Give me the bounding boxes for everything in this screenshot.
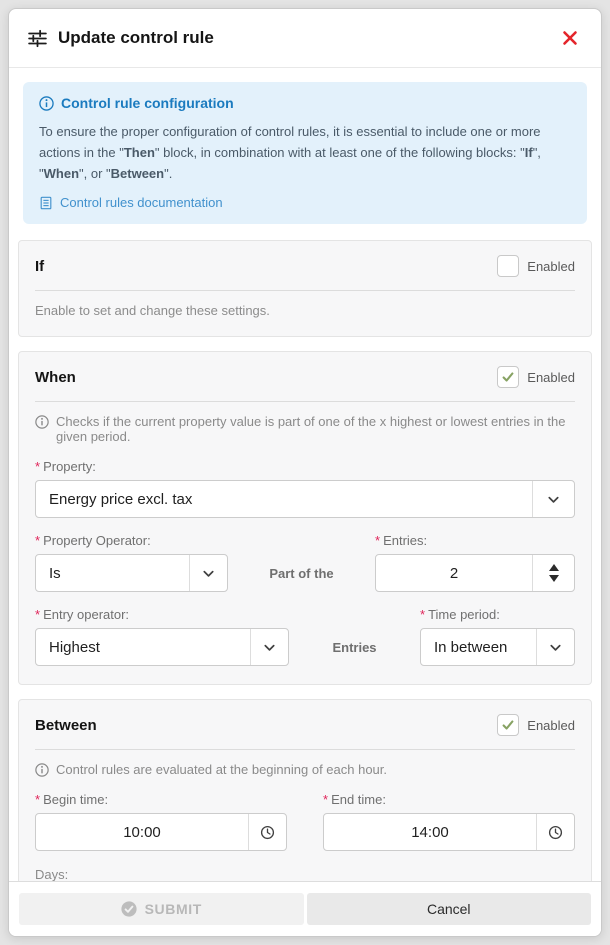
property-select[interactable]: Energy price excl. tax <box>35 480 575 518</box>
info-icon <box>35 415 49 429</box>
if-title: If <box>35 258 44 275</box>
dialog-body: Control rule configuration To ensure the… <box>9 68 601 881</box>
entry-operator-label: *Entry operator: <box>35 607 289 622</box>
close-icon <box>562 30 578 46</box>
required-marker: * <box>35 607 40 622</box>
days-label: Days: <box>35 867 575 881</box>
connector-part-of-the: Part of the <box>228 554 375 592</box>
info-box-paragraph: To ensure the proper configuration of co… <box>39 122 571 184</box>
dialog-title: Update control rule <box>58 28 557 48</box>
connector-entries: Entries <box>289 628 420 666</box>
required-marker: * <box>35 792 40 807</box>
cancel-button[interactable]: Cancel <box>307 893 592 925</box>
between-enabled-label: Enabled <box>527 718 575 733</box>
required-marker: * <box>323 792 328 807</box>
time-period-label: *Time period: <box>420 607 575 622</box>
entries-stepper[interactable] <box>375 554 575 592</box>
if-note: Enable to set and change these settings. <box>35 303 575 318</box>
when-enabled-label: Enabled <box>527 370 575 385</box>
chevron-down-icon <box>250 629 288 665</box>
required-marker: * <box>375 533 380 548</box>
sliders-icon <box>27 28 48 49</box>
begin-time-input[interactable] <box>36 814 248 850</box>
check-circle-icon <box>121 901 137 917</box>
time-period-select[interactable]: In between <box>420 628 575 666</box>
between-enabled-toggle[interactable]: Enabled <box>497 714 575 736</box>
control-rules-docs-link[interactable]: Control rules documentation <box>39 195 223 210</box>
when-enabled-toggle[interactable]: Enabled <box>497 366 575 388</box>
clock-icon[interactable] <box>248 814 286 850</box>
stepper-down-icon[interactable] <box>549 575 559 582</box>
info-box: Control rule configuration To ensure the… <box>23 82 587 224</box>
property-operator-select[interactable]: Is <box>35 554 228 592</box>
info-box-title: Control rule configuration <box>39 95 571 111</box>
end-time-label: *End time: <box>323 792 575 807</box>
when-title: When <box>35 369 76 386</box>
entries-input[interactable] <box>376 555 532 591</box>
section-if: If Enabled Enable to set and change thes… <box>18 240 592 337</box>
begin-time-field[interactable] <box>35 813 287 851</box>
if-enabled-label: Enabled <box>527 259 575 274</box>
chevron-down-icon <box>532 481 574 517</box>
close-button[interactable] <box>557 25 583 51</box>
if-enabled-toggle[interactable]: Enabled <box>497 255 575 277</box>
between-enabled-checkbox[interactable] <box>497 714 519 736</box>
divider <box>35 749 575 750</box>
divider <box>35 290 575 291</box>
stepper-arrows[interactable] <box>532 555 574 591</box>
document-icon <box>39 196 53 210</box>
entries-label: *Entries: <box>375 533 575 548</box>
clock-icon[interactable] <box>536 814 574 850</box>
between-info: Control rules are evaluated at the begin… <box>35 762 575 777</box>
entry-operator-select[interactable]: Highest <box>35 628 289 666</box>
begin-time-label: *Begin time: <box>35 792 287 807</box>
chevron-down-icon <box>536 629 574 665</box>
when-info: Checks if the current property value is … <box>35 414 575 444</box>
when-enabled-checkbox[interactable] <box>497 366 519 388</box>
update-control-rule-dialog: Update control rule Control rule <box>8 8 602 937</box>
info-icon <box>39 96 54 111</box>
property-label: *Property: <box>35 459 575 474</box>
between-title: Between <box>35 717 97 734</box>
section-between: Between Enabled <box>18 699 592 881</box>
required-marker: * <box>35 533 40 548</box>
property-operator-label: *Property Operator: <box>35 533 228 548</box>
stepper-up-icon[interactable] <box>549 564 559 571</box>
required-marker: * <box>420 607 425 622</box>
end-time-field[interactable] <box>323 813 575 851</box>
chevron-down-icon <box>189 555 227 591</box>
end-time-input[interactable] <box>324 814 536 850</box>
required-marker: * <box>35 459 40 474</box>
dialog-header: Update control rule <box>9 9 601 68</box>
info-icon <box>35 763 49 777</box>
dialog-footer: SUBMIT Cancel <box>9 881 601 936</box>
submit-button[interactable]: SUBMIT <box>19 893 304 925</box>
if-enabled-checkbox[interactable] <box>497 255 519 277</box>
section-when: When Enabled <box>18 351 592 685</box>
divider <box>35 401 575 402</box>
